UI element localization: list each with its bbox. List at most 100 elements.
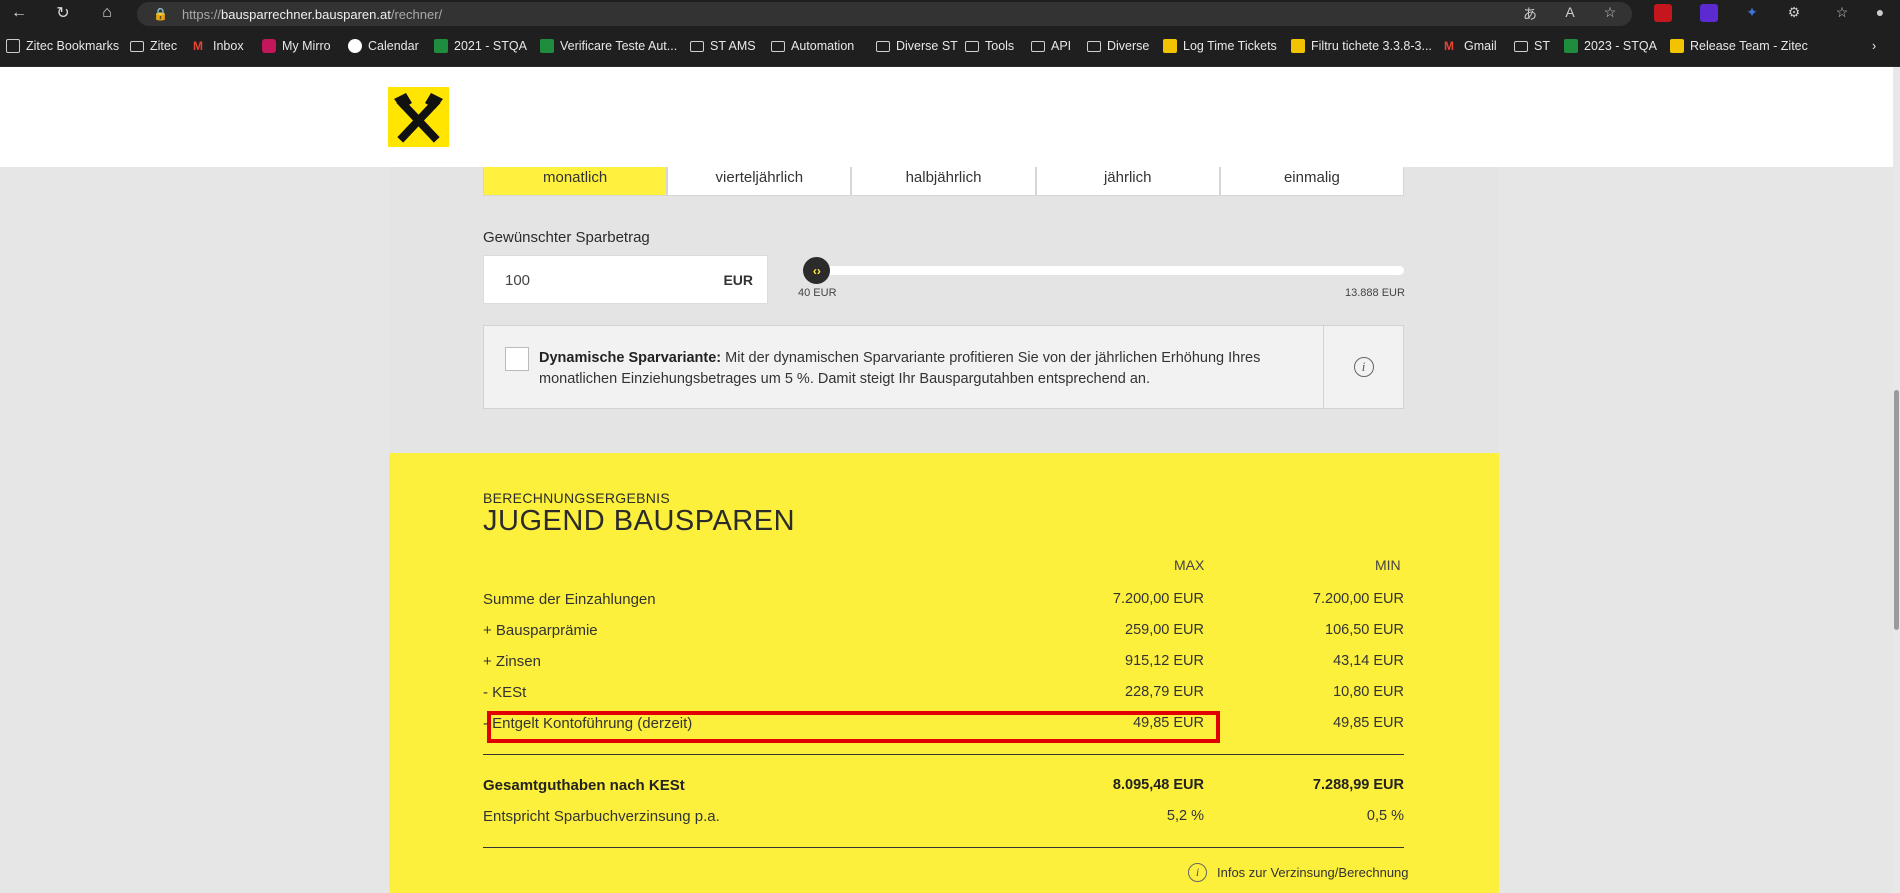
bookmark-label: Verificare Teste Aut... [560,39,678,53]
bookmark-label: API [1051,39,1072,53]
bookmark-label: Diverse ST [896,39,958,53]
result-row-min-value: 43,14 EUR [1333,653,1404,669]
sheet-icon [1564,39,1578,53]
interest-info-link[interactable]: i Infos zur Verzinsung/Berechnung [1188,863,1409,882]
bookmark-label: Zitec Bookmarks [26,39,120,53]
tab-monatlich[interactable]: monatlich [483,167,668,196]
bookmark-item[interactable]: Tools [965,39,1014,53]
scrollbar-thumb[interactable] [1894,390,1899,630]
dynamic-savings-checkbox[interactable] [505,347,529,371]
st-icon [1163,39,1177,53]
bookmark-label: Calendar [368,39,419,53]
bookmark-label: 2023 - STQA [1584,39,1657,53]
dynamic-savings-description: Dynamische Sparvariante: Mit der dynamis… [539,348,1299,390]
payment-frequency-tabs: monatlich vierteljährlich halbjährlich j… [483,167,1405,196]
dynamic-info-button[interactable]: i [1323,326,1403,408]
extension-icon[interactable] [1700,4,1718,22]
savings-amount-input[interactable]: 100 EUR [483,255,768,304]
address-bar[interactable]: 🔒 https:// bausparrechner.bausparen.at /… [137,2,1632,26]
bookmarks-bar: Zitec Bookmarks Zitec M Inbox My Mirro Calend… [0,28,1900,67]
slider-max-label: 13.888 EUR [1345,287,1405,299]
result-row-label: + Bausparprämie [483,622,598,639]
bookmark-item[interactable]: ST [1514,39,1550,53]
sheet-icon [540,39,554,53]
tab-halbjaehrlich[interactable]: halbjährlich [851,167,1036,196]
extension-icon[interactable] [1654,4,1672,22]
result-row-max-value: 228,79 EUR [1125,684,1204,700]
bookmark-item[interactable]: Zitec Bookmarks [6,39,119,53]
folder-icon [876,40,890,52]
extensions-puzzle-icon[interactable]: ⚙ [1784,4,1804,21]
url-path: /rechner/ [390,6,443,22]
result-row-max-value: 915,12 EUR [1125,653,1204,669]
bookmark-item[interactable]: 2021 - STQA [434,39,527,53]
mirro-icon [262,39,276,53]
bookmark-label: My Mirro [282,39,331,53]
bookmark-item[interactable]: Verificare Teste Aut... [540,39,677,53]
bookmark-label: Filtru tichete 3.3.8-3... [1311,39,1432,53]
result-title: JUGEND BAUSPAREN [483,505,796,537]
column-header-min: MIN [1375,557,1401,573]
translate-icon[interactable]: あ [1520,4,1540,24]
bookmark-item[interactable]: Automation [771,39,854,53]
bookmark-label: Tools [985,39,1015,53]
bookmark-item[interactable]: Diverse ST [876,39,958,53]
bookmark-item[interactable]: Diverse [1087,39,1149,53]
result-row-max-value: 7.200,00 EUR [1112,591,1204,607]
home-icon[interactable]: ⌂ [97,3,117,23]
bookmark-label: Log Time Tickets [1183,39,1277,53]
url-host: bausparrechner.bausparen.at [220,6,391,22]
result-kicker: BERECHNUNGSERGEBNIS [483,490,670,506]
folder-icon [965,40,979,52]
result-row-label: + Zinsen [483,653,541,670]
folder-icon [690,40,704,52]
savings-slider-track[interactable] [814,266,1404,275]
result-row-label: - KESt [483,684,527,701]
site-header [0,67,1900,167]
calculator-panel [389,167,1499,453]
reload-icon[interactable]: ↻ [53,3,73,23]
total-max-value: 8.095,48 EUR [1112,777,1204,793]
bookmark-item[interactable]: M Inbox [193,39,244,53]
bookmark-item[interactable]: ST AMS [690,39,756,53]
bookmark-label: Automation [791,39,855,53]
bookmark-item[interactable]: M Gmail [1444,39,1497,53]
tab-vierteljaehrlich[interactable]: vierteljährlich [667,167,852,196]
st-icon [1291,39,1305,53]
bookmark-item[interactable]: My Mirro [262,39,331,53]
favorite-star-icon[interactable]: ☆ [1600,4,1620,21]
result-row-max-value: 259,00 EUR [1125,622,1204,638]
result-row-label: Summe der Einzahlungen [483,591,656,608]
result-row-min-value: 49,85 EUR [1333,715,1404,731]
zitec-icon [6,39,20,53]
dynamic-savings-title: Dynamische Sparvariante: [539,350,722,366]
tab-einmalig[interactable]: einmalig [1219,167,1405,196]
bookmark-item[interactable]: 2023 - STQA [1564,39,1657,53]
bookmark-item[interactable]: API [1031,39,1071,53]
slider-min-label: 40 EUR [798,287,837,299]
extension-icon[interactable]: ✦ [1742,4,1762,21]
bookmark-item[interactable]: Filtru tichete 3.3.8-3... [1291,39,1432,53]
back-arrow-icon[interactable]: ← [9,3,29,23]
bookmark-item[interactable]: Zitec [130,39,177,53]
read-aloud-icon[interactable]: A [1560,4,1580,20]
browser-toolbar: ← ↻ ⌂ 🔒 https:// bausparrechner.bauspare… [0,0,1900,28]
savings-amount-label: Gewünschter Sparbetrag [483,229,650,246]
bookmarks-overflow-chevron-icon[interactable]: › [1872,39,1876,53]
tab-jaehrlich[interactable]: jährlich [1035,167,1220,196]
rate-min-value: 0,5 % [1366,808,1404,824]
st-icon [1670,39,1684,53]
folder-icon [771,40,785,52]
profile-icon[interactable]: ● [1870,4,1890,20]
bookmark-item[interactable]: Calendar [348,39,419,53]
bookmark-item[interactable]: Log Time Tickets [1163,39,1277,53]
folder-icon [1514,40,1528,52]
currency-label: EUR [723,272,753,288]
bookmark-item[interactable]: Release Team - Zitec [1670,39,1808,53]
result-row-min-value: 106,50 EUR [1325,622,1404,638]
total-label: Gesamtguthaben nach KESt [483,777,685,794]
gmail-icon: M [193,39,203,53]
raiffeisen-logo[interactable] [388,87,449,147]
favorites-icon[interactable]: ☆ [1832,4,1852,21]
gmail-icon: M [1444,39,1454,53]
